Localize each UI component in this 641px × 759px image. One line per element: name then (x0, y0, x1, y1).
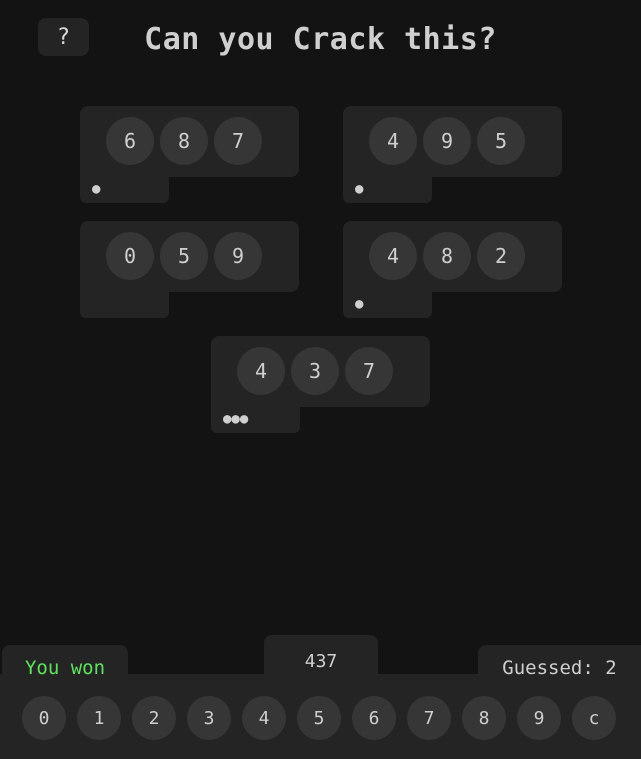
clear-button[interactable]: c (572, 696, 616, 740)
clue-digit: 9 (214, 232, 262, 280)
current-guess-value: 437 (304, 651, 338, 672)
clue-hint-dots: ● (355, 181, 364, 197)
clue-digit: 4 (237, 347, 285, 395)
clue-digit: 9 (423, 117, 471, 165)
clue-digit: 6 (106, 117, 154, 165)
status-badge: You won (2, 645, 128, 690)
clue-digits: 4 8 2 (369, 232, 525, 280)
clue-digit: 0 (106, 232, 154, 280)
key-1-button[interactable]: 1 (77, 696, 121, 740)
key-0-button[interactable]: 0 (22, 696, 66, 740)
clue-digit: 8 (160, 117, 208, 165)
clue-digits: 4 9 5 (369, 117, 525, 165)
key-6-button[interactable]: 6 (352, 696, 396, 740)
page-title: Can you Crack this? (144, 22, 497, 57)
clue-digit: 2 (477, 232, 525, 280)
clue-hint-dots: ●●● (223, 411, 249, 427)
key-5-button[interactable]: 5 (297, 696, 341, 740)
clue-digits: 4 3 7 (237, 347, 393, 395)
guess-counter: Guessed: 2 (478, 645, 641, 690)
keypad: 0 1 2 3 4 5 6 7 8 9 c (22, 696, 616, 740)
clue-hint-dots: ● (92, 181, 101, 197)
key-3-button[interactable]: 3 (187, 696, 231, 740)
clue-digit: 5 (477, 117, 525, 165)
clue-card-tab (80, 281, 169, 318)
guess-card: 4 3 7 ●●● (211, 336, 431, 434)
clue-digit: 7 (345, 347, 393, 395)
key-9-button[interactable]: 9 (517, 696, 561, 740)
key-8-button[interactable]: 8 (462, 696, 506, 740)
clue-digit: 5 (160, 232, 208, 280)
key-4-button[interactable]: 4 (242, 696, 286, 740)
key-2-button[interactable]: 2 (132, 696, 176, 740)
clue-digit: 3 (291, 347, 339, 395)
clue-digit: 8 (423, 232, 471, 280)
clue-card: 4 8 2 ● (343, 221, 563, 319)
clue-card: 0 5 9 (80, 221, 300, 319)
clue-digit: 4 (369, 232, 417, 280)
clue-card: 4 9 5 ● (343, 106, 563, 204)
clue-hint-dots: ● (355, 296, 364, 312)
clue-digit: 7 (214, 117, 262, 165)
clue-digits: 6 8 7 (106, 117, 262, 165)
clue-card: 6 8 7 ● (80, 106, 300, 204)
clue-digits: 0 5 9 (106, 232, 262, 280)
key-7-button[interactable]: 7 (407, 696, 451, 740)
clue-digit: 4 (369, 117, 417, 165)
current-guess-display: 437 (264, 635, 378, 690)
